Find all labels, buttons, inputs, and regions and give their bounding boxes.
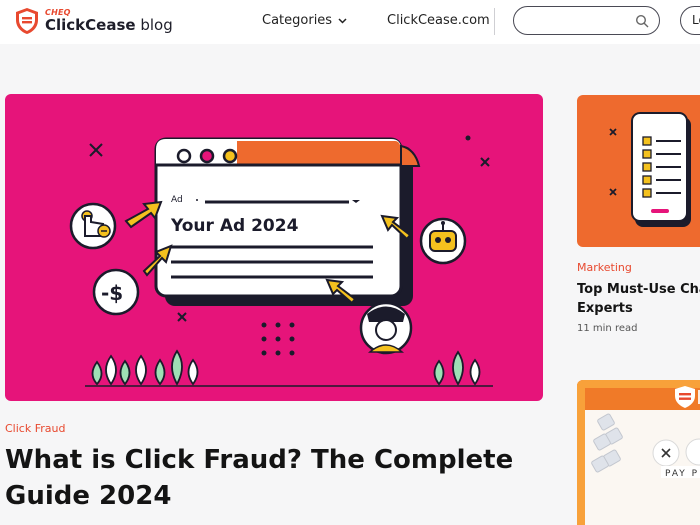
hero-category-link[interactable]: Click Fraud [5,422,65,435]
money-symbol: -$ [101,281,123,305]
hand-pointer-circle-icon [69,202,117,250]
search-box[interactable] [513,6,660,35]
login-button[interactable]: Lo [680,6,700,35]
pay-per-click-caption: PAY P [665,469,699,479]
leaf-plants [91,349,481,386]
hero-article-image[interactable]: Ad Your Ad 2024 -$ [5,94,543,401]
card-image-pay-per-click[interactable]: PAY P [577,380,700,525]
shield-logo-icon [16,8,38,34]
card-category-link[interactable]: Marketing [577,261,632,274]
nav-categories-label: Categories [262,13,333,28]
money-loss-circle-icon: -$ [92,268,140,316]
pay-per-click-illustration: PAY P [577,380,700,525]
hero-article-title[interactable]: What is Click Fraud? The Complete Guide … [5,442,550,514]
sparkle-icons [609,128,617,196]
nav-clickcease-link[interactable]: ClickCease.com [387,13,490,28]
bot-circle-icon [419,217,467,265]
card-title[interactable]: Top Must-Use Chat Experts [577,280,700,318]
ad-tag: Ad [171,195,183,205]
chevron-down-icon [338,17,347,24]
search-input[interactable] [526,12,636,30]
logo-brand-name: ClickCease [45,16,136,34]
dots-grid [261,322,295,356]
ad-headline: Your Ad 2024 [170,216,299,236]
card-title-line-2: Experts [577,301,633,316]
search-icon[interactable] [635,14,649,28]
clickcease-blog-logo[interactable]: CHEQ ClickCease blog [13,7,173,37]
card-read-time: 11 min read [577,323,638,334]
site-header: CHEQ ClickCease blog Categories ClickCea… [0,0,700,44]
nav-divider [494,8,495,35]
click-fraud-illustration: Ad Your Ad 2024 -$ [69,135,493,387]
logo-brand-suffix: blog [135,16,173,34]
phone-checklist-illustration [609,112,691,227]
card-title-line-1: Top Must-Use Chat [577,282,700,297]
logo-brand-text: ClickCease blog [45,16,173,34]
card-image-chat-experts[interactable] [577,95,700,247]
nav-categories-dropdown[interactable]: Categories [262,13,347,28]
person-circle-icon [359,301,413,355]
